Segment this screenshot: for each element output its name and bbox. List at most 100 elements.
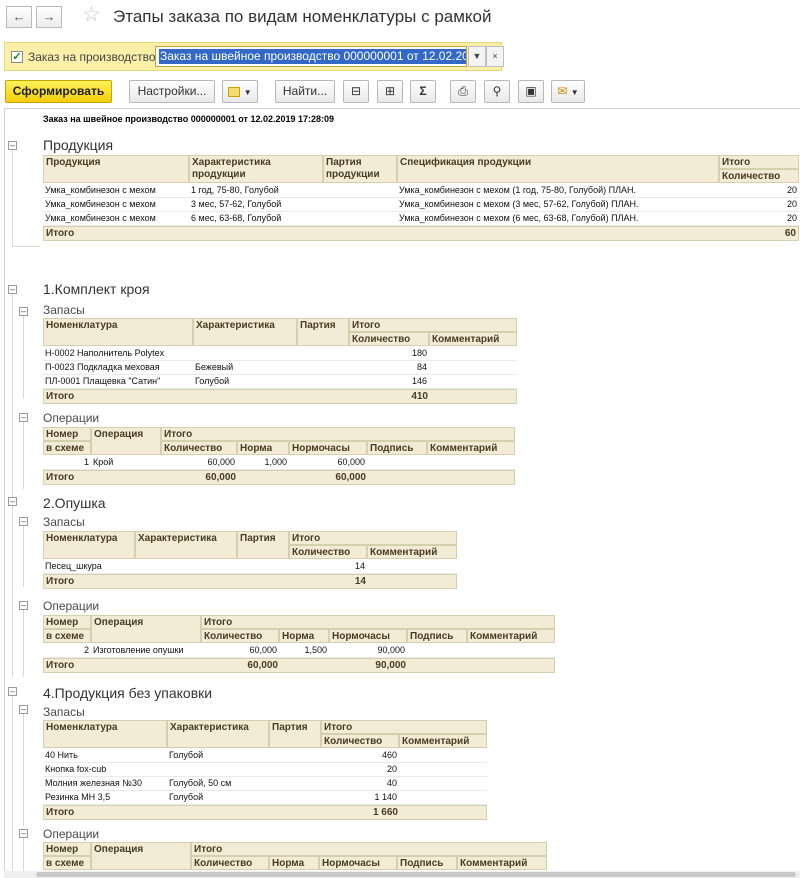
nom-cell: П-0023 Подкладка меховая	[45, 362, 160, 372]
qty-cell: 460	[381, 750, 397, 760]
qty-cell: 180	[411, 348, 427, 358]
char-cell: Голубой	[169, 750, 204, 760]
settings-button[interactable]: Настройки...	[129, 80, 215, 103]
preview-icon[interactable]: ⚲	[484, 80, 510, 103]
col-header: Количество	[201, 629, 279, 643]
generate-button[interactable]: Сформировать	[5, 80, 112, 103]
collapse-group-icon[interactable]: –	[19, 413, 28, 422]
table-row: Н-0002 Наполнитель Polytex 180	[43, 347, 517, 361]
horizontal-scrollbar[interactable]	[4, 871, 800, 878]
batch-cell	[323, 198, 397, 211]
col-header: Итого	[191, 842, 547, 856]
sum-icon[interactable]: Σ	[410, 80, 436, 103]
total-qty: 60,000	[247, 660, 278, 671]
table-row: 1 Крой 60,000 1,000 60,000	[43, 456, 515, 470]
report-header: Заказ на швейное производство 000000001 …	[43, 114, 335, 124]
collapse-group-icon[interactable]: –	[8, 497, 17, 506]
total-label: Итого	[46, 807, 75, 818]
col-header: Комментарий	[457, 856, 547, 870]
product-cell: Умка_комбинезон с мехом	[45, 213, 156, 223]
qty-cell: 40	[386, 778, 397, 788]
clear-icon[interactable]: ×	[486, 46, 504, 67]
forward-arrow-icon[interactable]: →	[36, 6, 62, 28]
product-cell: Умка_комбинезон с мехом	[45, 199, 156, 209]
collapse-group-icon[interactable]: –	[19, 517, 28, 526]
table-row: Кнопка fox-cub 20	[43, 763, 487, 777]
col-header: Подпись	[407, 629, 467, 643]
qty-cell: 1 140	[374, 792, 397, 802]
collapse-group-icon[interactable]: –	[8, 687, 17, 696]
nom-cell: Кнопка fox-cub	[45, 764, 107, 774]
favorite-star-icon[interactable]: ☆	[82, 2, 101, 27]
order-parameter: ✓ Заказ на производство: Заказ на швейно…	[4, 42, 504, 71]
col-header: Номер	[43, 842, 91, 856]
save-icon[interactable]: ▣	[518, 80, 544, 103]
collapse-group-icon[interactable]: –	[19, 601, 28, 610]
spec-cell: Умка_комбинезон с мехом (6 мес, 63-68, Г…	[399, 213, 639, 223]
col-header: Комментарий	[367, 545, 457, 559]
qty-cell: 60,000	[249, 645, 277, 655]
report-area: – – – – – – – – – – Заказ на швейное про…	[4, 108, 800, 871]
order-field[interactable]: Заказ на швейное производство 000000001 …	[155, 46, 467, 67]
collapse-group-icon[interactable]: –	[8, 285, 17, 294]
stock-subtitle: Запасы	[43, 515, 85, 529]
table-row: Умка_комбинезон с мехом 1 год, 75-80, Го…	[43, 184, 799, 198]
col-header: Номенклатура	[43, 318, 193, 346]
spec-cell: Умка_комбинезон с мехом (3 мес, 57-62, Г…	[399, 199, 639, 209]
batch-cell	[323, 184, 397, 197]
col-header: Характеристика продукции	[189, 155, 323, 183]
col-header: Норма	[279, 629, 329, 643]
section-title: 1.Комплект кроя	[43, 281, 150, 297]
title-bar: ← → ☆ Этапы заказа по видам номенклатуры…	[0, 0, 800, 36]
col-header: Партия	[237, 531, 289, 559]
find-button[interactable]: Найти...	[275, 80, 335, 103]
col-header: Нормочасы	[289, 441, 367, 455]
qty-cell: 20	[786, 185, 797, 195]
collapse-group-icon[interactable]: –	[19, 829, 28, 838]
order-checkbox[interactable]: ✓	[11, 51, 23, 63]
batch-cell	[323, 212, 397, 225]
col-header: Итого	[161, 427, 515, 441]
spec-cell: Умка_комбинезон с мехом (1 год, 75-80, Г…	[399, 185, 636, 195]
ops-subtitle: Операции	[43, 599, 100, 613]
col-header: Номенклатура	[43, 531, 135, 559]
collapse-group-icon[interactable]: –	[19, 705, 28, 714]
qty-cell: 20	[386, 764, 397, 774]
total-value: 410	[411, 391, 428, 402]
char-cell: 1 год, 75-80, Голубой	[191, 185, 279, 195]
col-header: в схеме	[43, 856, 91, 870]
qty-cell: 146	[411, 376, 427, 386]
char-cell	[167, 763, 269, 776]
expand-groups-icon[interactable]: ⊞	[377, 80, 403, 103]
window-title: Этапы заказа по видам номенклатуры с рам…	[113, 7, 492, 26]
table-row: ПЛ-0001 Плащевка "Сатин" Голубой 146	[43, 375, 517, 389]
scrollbar-thumb[interactable]	[36, 872, 796, 877]
char-cell: 3 мес, 57-62, Голубой	[191, 199, 282, 209]
nom-cell: Резинка МН 3,5	[45, 792, 111, 802]
op-cell: Изготовление опушки	[93, 645, 184, 655]
nom-cell: Н-0002 Наполнитель Polytex	[45, 348, 165, 358]
col-header: Операция	[91, 427, 161, 455]
col-header: Комментарий	[427, 441, 515, 455]
collapse-group-icon[interactable]: –	[8, 141, 17, 150]
table-row: Песец_шкура 14	[43, 560, 457, 574]
col-header: Комментарий	[467, 629, 555, 643]
collapse-group-icon[interactable]: –	[19, 307, 28, 316]
norm-cell: 1,500	[304, 645, 327, 655]
dropdown-arrow-icon[interactable]: ▼	[468, 46, 486, 67]
total-row: Итого 410	[43, 389, 517, 404]
hours-cell: 60,000	[337, 457, 365, 467]
back-arrow-icon[interactable]: ←	[6, 6, 32, 28]
collapse-groups-icon[interactable]: ⊟	[343, 80, 369, 103]
table-row: Умка_комбинезон с мехом 6 мес, 63-68, Го…	[43, 212, 799, 226]
section-title: 4.Продукция без упаковки	[43, 685, 213, 701]
col-header: Характеристика	[135, 531, 237, 559]
print-icon[interactable]: ⎙	[450, 80, 476, 103]
email-menu-button[interactable]: ✉ ▼	[551, 80, 585, 103]
col-header: Норма	[237, 441, 289, 455]
email-icon: ✉	[557, 84, 568, 98]
qty-cell: 20	[786, 213, 797, 223]
variants-menu-button[interactable]: ▼	[222, 80, 258, 103]
col-header: Партия	[297, 318, 349, 346]
product-cell: Умка_комбинезон с мехом	[45, 185, 156, 195]
